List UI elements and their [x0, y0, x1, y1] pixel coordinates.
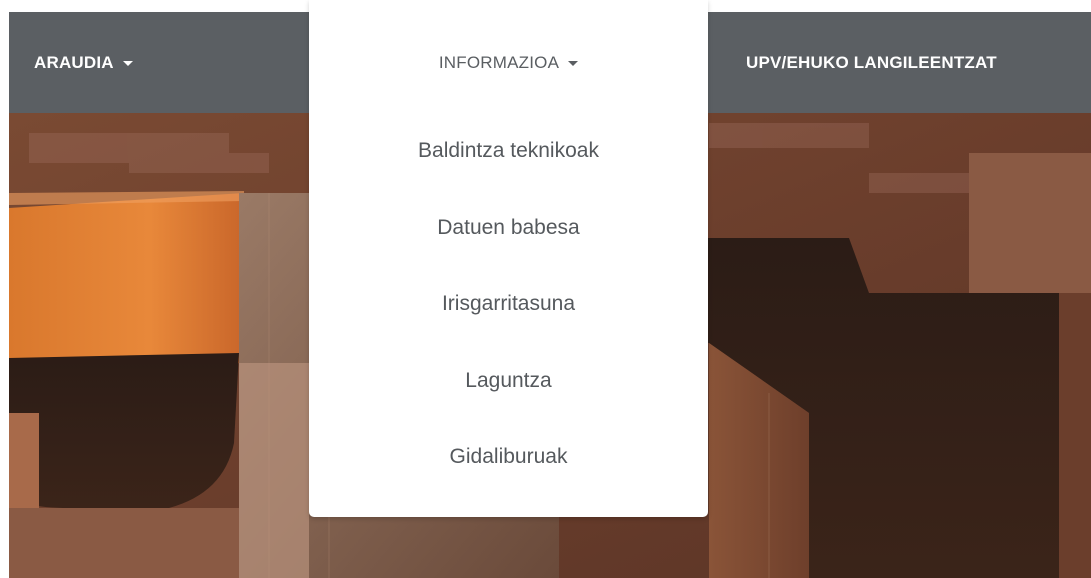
- nav-item-informazioa[interactable]: INFORMAZIOA: [309, 12, 708, 113]
- menu-item-laguntza[interactable]: Laguntza: [309, 343, 708, 420]
- informazioa-dropdown: INFORMAZIOA Baldintza teknikoak Datuen b…: [309, 0, 708, 517]
- nav-item-label: UPV/EHUKO LANGILEENTZAT: [746, 52, 997, 72]
- dropdown-menu: Baldintza teknikoak Datuen babesa Irisga…: [309, 113, 708, 496]
- nav-item-label: ARAUDIA: [34, 52, 114, 72]
- caret-down-icon: [568, 61, 579, 66]
- nav-item-araudia[interactable]: ARAUDIA: [34, 12, 133, 113]
- nav-item-label: INFORMAZIOA: [438, 52, 560, 72]
- menu-item-irisgarritasuna[interactable]: Irisgarritasuna: [309, 266, 708, 343]
- menu-item-baldintza-teknikoak[interactable]: Baldintza teknikoak: [309, 113, 708, 190]
- menu-item-gidaliburuak[interactable]: Gidaliburuak: [309, 419, 708, 496]
- menu-item-datuen-babesa[interactable]: Datuen babesa: [309, 190, 708, 267]
- page: ARAUDIA UPV/EHUKO LANGILEENTZAT INFORMAZ…: [0, 0, 1091, 578]
- caret-down-icon: [122, 61, 133, 66]
- nav-item-upv-ehuko-langileentzat[interactable]: UPV/EHUKO LANGILEENTZAT: [746, 12, 997, 113]
